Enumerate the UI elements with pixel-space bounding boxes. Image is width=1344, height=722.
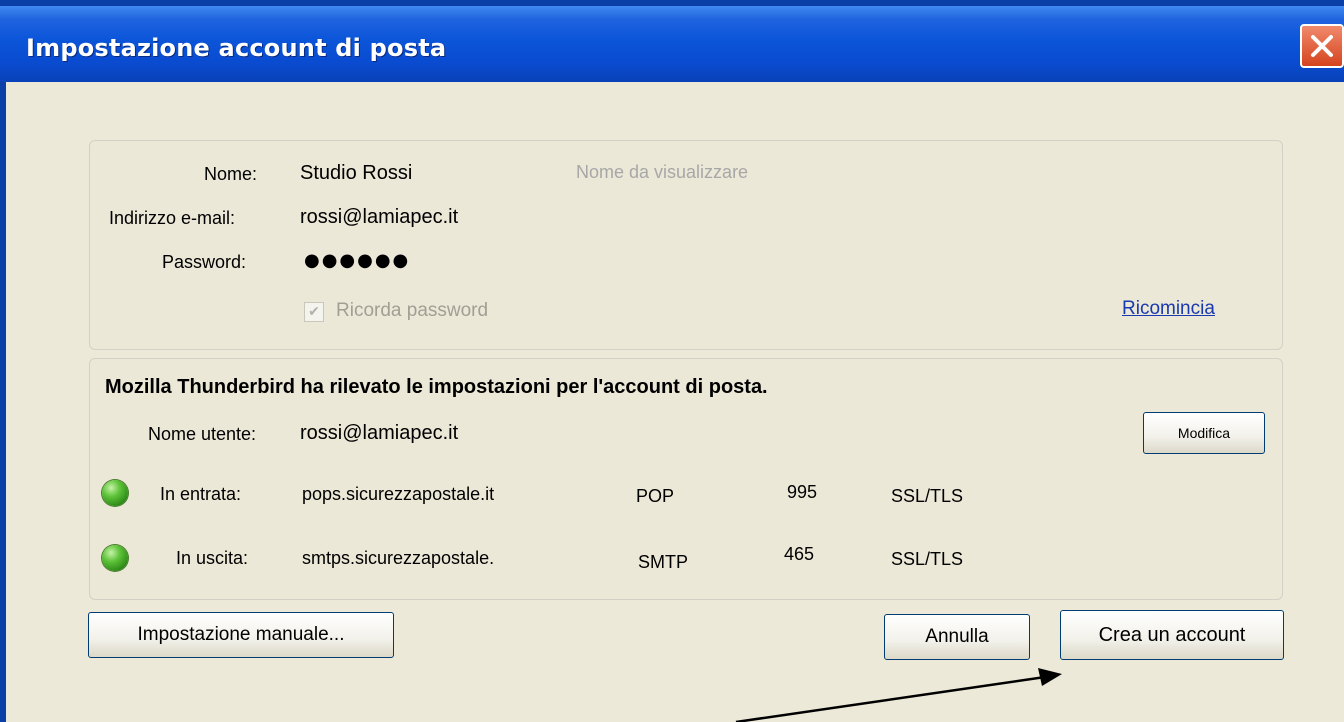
dialog-window: Impostazione account di posta Nome: Stud… (0, 0, 1344, 722)
annotation-arrow-icon (735, 668, 1062, 722)
